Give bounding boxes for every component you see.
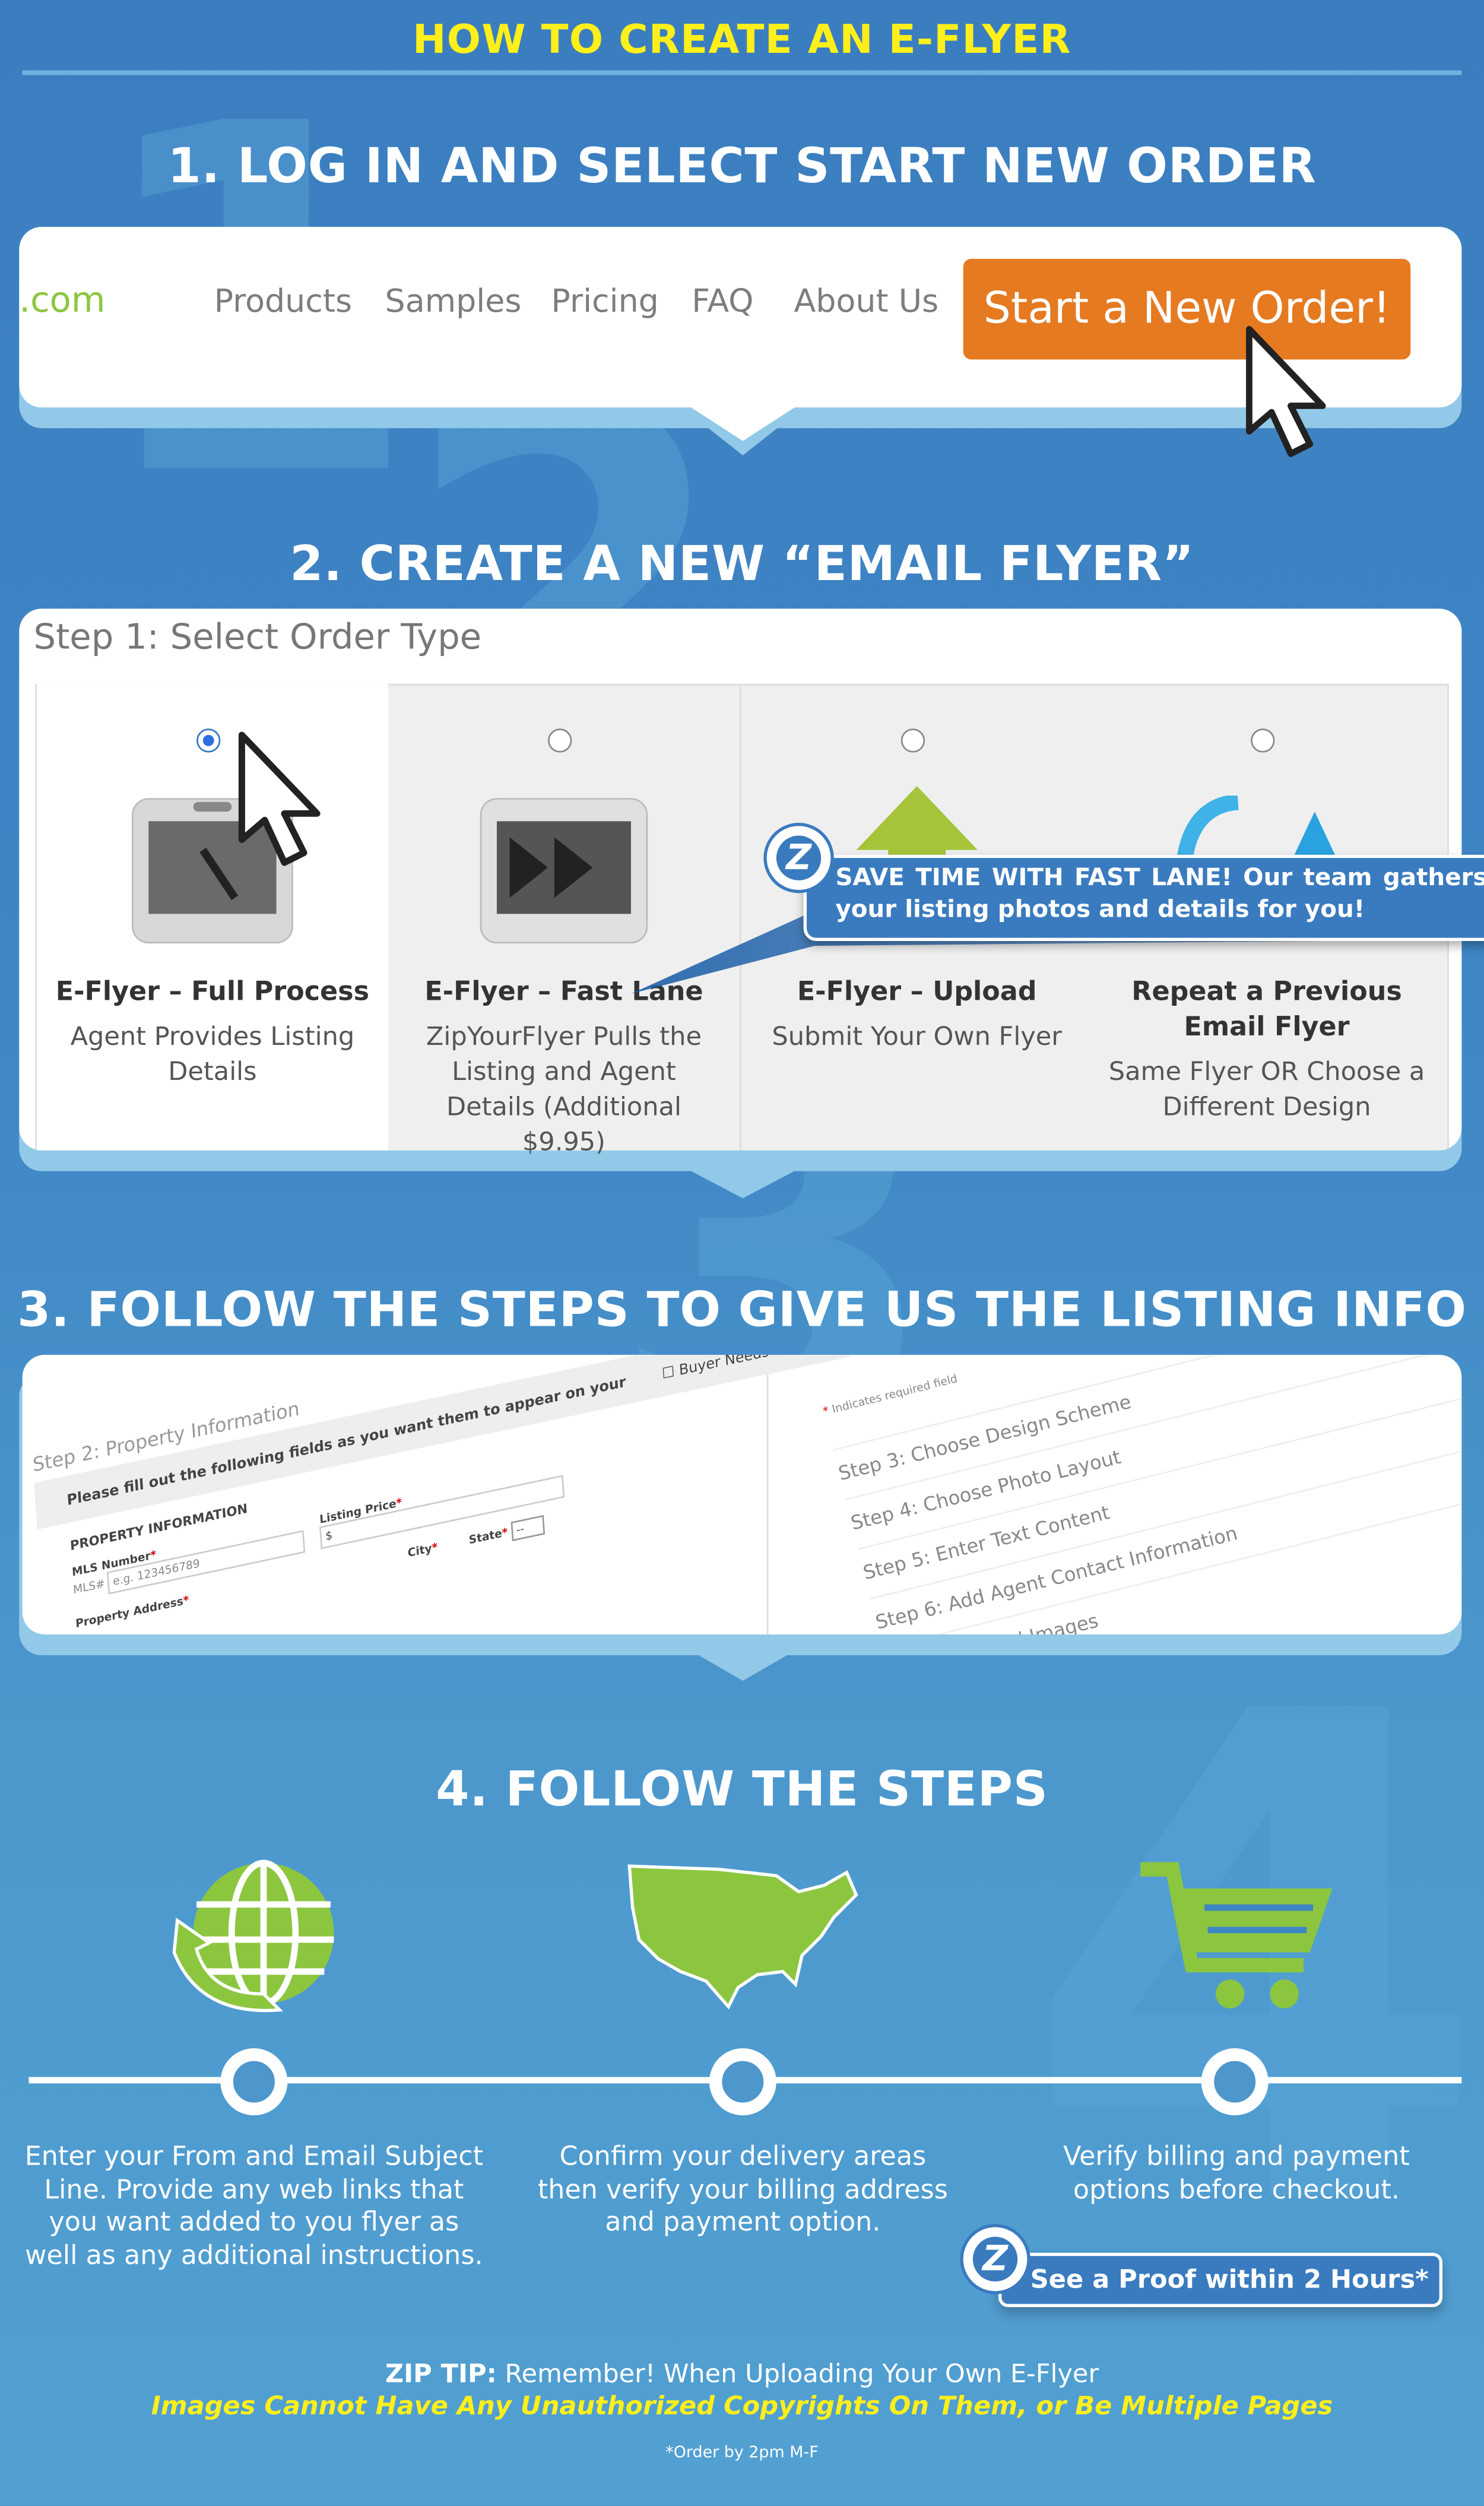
- footnote: *Order by 2pm M-F: [665, 2444, 819, 2462]
- pointer: [682, 1645, 804, 1681]
- usa-map-icon: [627, 1864, 858, 2010]
- address-label-text: Property Address: [75, 1595, 184, 1631]
- mouse-cursor-icon: [1246, 325, 1326, 457]
- pointer-inner: [688, 405, 797, 441]
- shopping-cart-icon: [1140, 1862, 1333, 2008]
- timeline-dot: [1201, 2048, 1269, 2116]
- step4-heading: 4. FOLLOW THE STEPS: [436, 1762, 1048, 1818]
- nav-about-us[interactable]: About Us: [794, 281, 938, 320]
- upload-arrow-icon: [856, 786, 978, 866]
- nav-products[interactable]: Products: [214, 281, 352, 320]
- option-desc: Same Flyer OR Choose a Different Design: [1108, 1056, 1425, 1122]
- step-description: Verify billing and payment options befor…: [1063, 2141, 1410, 2204]
- site-logo[interactable]: .com: [19, 281, 105, 321]
- radio-unselected[interactable]: [900, 728, 925, 753]
- start-new-order-button[interactable]: Start a New Order!: [963, 258, 1411, 360]
- zip-tip: ZIP TIP: Remember! When Uploading Your O…: [0, 2358, 1484, 2388]
- city-label-text: City: [407, 1542, 433, 1560]
- page-title: HOW TO CREATE AN E-FLYER: [413, 15, 1071, 62]
- listing-form-card: Step 2: Property Information Please fill…: [22, 1355, 1462, 1634]
- mouse-cursor-icon: [238, 731, 321, 866]
- zip-logo-icon: Z: [960, 2224, 1030, 2295]
- step1-heading: 1. LOG IN AND SELECT START NEW ORDER: [167, 139, 1317, 195]
- address-label: Property Address*: [75, 1593, 190, 1631]
- timeline-dot: [220, 2048, 288, 2116]
- steps-list: * Indicates required field Step 3: Choos…: [821, 1355, 1462, 1634]
- option-desc: ZipYourFlyer Pulls the Listing and Agent…: [426, 1021, 702, 1157]
- nav-samples[interactable]: Samples: [385, 281, 522, 320]
- tip-warning: Images Cannot Have Any Unauthorized Copy…: [151, 2390, 1333, 2421]
- state-field[interactable]: State* --: [468, 1515, 546, 1547]
- pointer: [682, 1166, 804, 1199]
- buyer-needs-label: Buyer Needs: [678, 1355, 770, 1380]
- option-title: E-Flyer – Full Process: [37, 975, 388, 1010]
- panel-title: Step 1: Select Order Type: [33, 618, 482, 658]
- state-label: State: [468, 1527, 503, 1547]
- nav-faq[interactable]: FAQ: [692, 281, 753, 320]
- fast-lane-callout: SAVE TIME WITH FAST LANE! Our team gathe…: [803, 854, 1484, 942]
- radio-unselected[interactable]: [1251, 728, 1275, 753]
- step2-heading: 2. CREATE A NEW “EMAIL FLYER”: [290, 537, 1194, 593]
- title-divider: [22, 70, 1462, 75]
- option-title-text: E-Flyer – Full Process: [55, 976, 370, 1007]
- option-desc: Agent Provides Listing Details: [70, 1021, 355, 1086]
- step-description: Confirm your delivery areas then verify …: [537, 2141, 948, 2237]
- nav-pricing[interactable]: Pricing: [551, 281, 658, 320]
- proof-badge: See a Proof within 2 Hours*: [998, 2252, 1443, 2307]
- radio-selected[interactable]: [196, 728, 221, 753]
- city-label: City*: [407, 1541, 439, 1560]
- state-select[interactable]: --: [510, 1515, 546, 1542]
- infographic: 1 2 3 4 HOW TO CREATE AN E-FLYER 1. LOG …: [0, 0, 1484, 2505]
- option-desc: Submit Your Own Flyer: [772, 1021, 1062, 1051]
- buyer-needs-checkbox[interactable]: ☐ Buyer Needs ⓘ: [661, 1355, 788, 1383]
- property-form: Step 2: Property Information Please fill…: [32, 1355, 857, 1634]
- step3-heading: 3. FOLLOW THE STEPS TO GIVE US THE LISTI…: [17, 1282, 1467, 1339]
- mls-prefix: MLS#: [72, 1577, 106, 1597]
- timeline-dot: [709, 2048, 776, 2116]
- zip-logo-icon: Z: [763, 822, 834, 894]
- globe-icon: [172, 1859, 334, 2012]
- step-description: Enter your From and Email Subject Line. …: [24, 2141, 484, 2270]
- tip-text: Remember! When Uploading Your Own E-Flye…: [496, 2358, 1099, 2389]
- tip-label: ZIP TIP:: [385, 2358, 497, 2389]
- radio-unselected[interactable]: [548, 728, 572, 753]
